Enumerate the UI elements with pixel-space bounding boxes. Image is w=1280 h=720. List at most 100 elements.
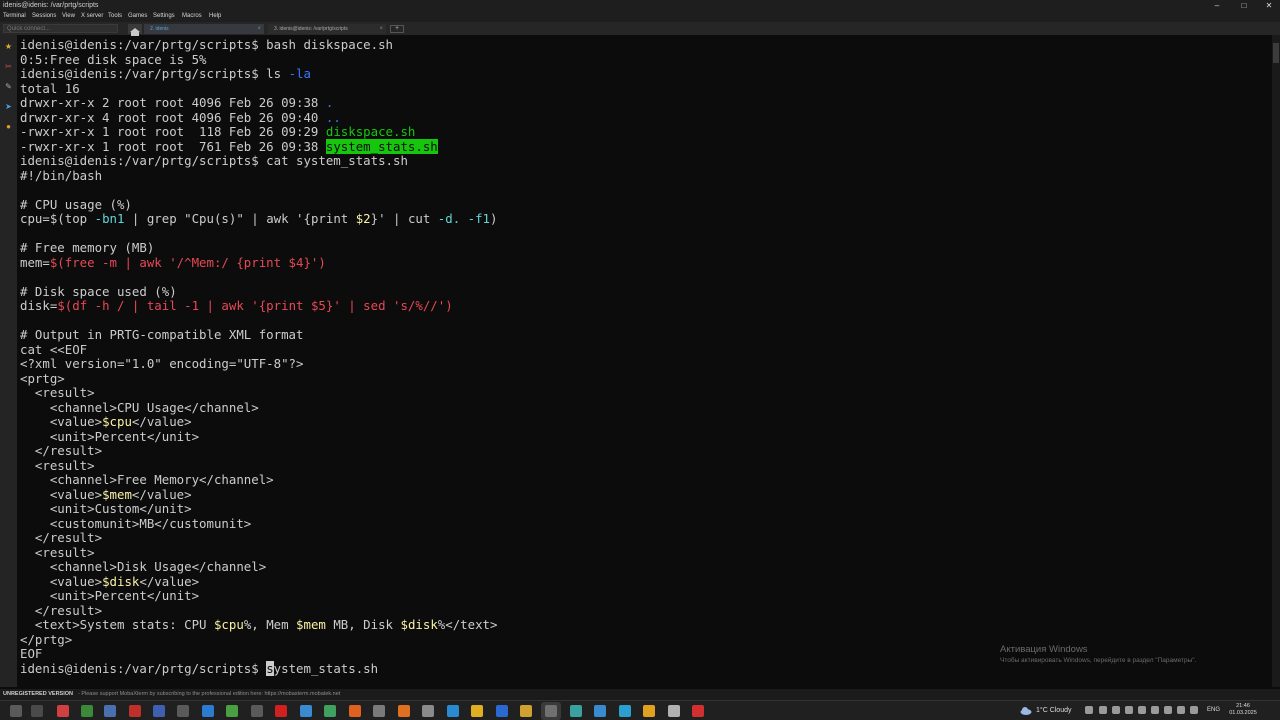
menu-help[interactable]: Help: [209, 11, 221, 22]
menu-x-server[interactable]: X server: [81, 11, 103, 22]
home-tab[interactable]: [128, 24, 142, 36]
terminal-line: cpu=$(top -bn1 | grep "Cpu(s)" | awk '{p…: [20, 211, 1270, 227]
app-icon[interactable]: [619, 705, 631, 717]
app-icon[interactable]: [177, 705, 189, 717]
app-icon[interactable]: [594, 705, 606, 717]
menu-bar: Terminal Sessions View X server Tools Ga…: [0, 11, 1280, 22]
tools-icon[interactable]: ✂: [3, 61, 14, 72]
app-icon[interactable]: [496, 705, 508, 717]
terminal-line: idenis@idenis:/var/prtg/scripts$ cat sys…: [20, 153, 1270, 169]
app-icon[interactable]: [422, 705, 434, 717]
terminal-line: </result>: [20, 603, 1270, 619]
macros-icon[interactable]: ✎: [3, 81, 14, 92]
tab-close-icon[interactable]: ×: [379, 24, 383, 34]
app-icon[interactable]: [349, 705, 361, 717]
minimize-button[interactable]: –: [1206, 0, 1228, 11]
language-indicator[interactable]: ENG: [1207, 701, 1220, 720]
sftp-icon[interactable]: ●: [3, 121, 14, 132]
terminal-text: EOF: [20, 646, 43, 661]
terminal-text: <value>: [20, 486, 103, 502]
files-icon[interactable]: [520, 705, 532, 717]
app-icon[interactable]: [251, 705, 263, 717]
terminal-icon[interactable]: [545, 705, 557, 717]
terminal-line: # CPU usage (%): [20, 197, 1270, 213]
tray-app-icon[interactable]: [1099, 706, 1107, 714]
search-icon[interactable]: [31, 705, 43, 717]
app-icon[interactable]: [300, 705, 312, 717]
app-icon[interactable]: [324, 705, 336, 717]
terminal-text: idenis@idenis:/var/prtg/scripts$: [20, 660, 267, 676]
menu-tools[interactable]: Tools: [108, 11, 122, 22]
terminal-text: drwxr-xr-x 2 root root 4096 Feb 26 09:38: [20, 95, 326, 110]
tray-app-icon[interactable]: [1138, 706, 1146, 714]
chevron-up-icon[interactable]: [1085, 706, 1093, 714]
tab-label: 2. idenis: [150, 26, 169, 32]
tab-close-icon[interactable]: ×: [257, 24, 261, 34]
terminal-text: ystem_stats.sh: [273, 660, 379, 676]
menu-terminal[interactable]: Terminal: [3, 11, 26, 22]
browser-icon[interactable]: [275, 705, 287, 717]
terminal-text: <channel>CPU Usage</channel>: [20, 399, 259, 415]
terminal-text: <customunit>MB</customunit>: [20, 515, 252, 531]
app-icon[interactable]: [57, 705, 69, 717]
menu-settings[interactable]: Settings: [153, 11, 175, 22]
app-icon[interactable]: [692, 705, 704, 717]
menu-sessions[interactable]: Sessions: [32, 11, 56, 22]
send-icon[interactable]: ➤: [3, 101, 14, 112]
terminal-text: -rwxr-xr-x 1 root root 761 Feb 26 09:38: [20, 138, 326, 154]
terminal-text: <channel>Disk Usage</channel>: [20, 559, 267, 574]
close-button[interactable]: ✕: [1258, 0, 1280, 11]
store-icon[interactable]: [104, 705, 116, 717]
terminal-line: drwxr-xr-x 2 root root 4096 Feb 26 09:38…: [20, 95, 1270, 111]
terminal-text: $disk: [102, 573, 140, 589]
browser-icon[interactable]: [447, 705, 459, 717]
star-icon[interactable]: ★: [3, 41, 14, 52]
app-icon[interactable]: [202, 705, 214, 717]
volume-icon[interactable]: [1177, 706, 1185, 714]
app-icon[interactable]: [570, 705, 582, 717]
support-message[interactable]: - Please support MobaXterm by subscribin…: [78, 689, 340, 700]
terminal-text: <unit>Percent</unit>: [20, 428, 200, 444]
app-icon[interactable]: [226, 705, 238, 717]
start-icon[interactable]: [10, 705, 22, 717]
terminal-line: idenis@idenis:/var/prtg/scripts$ bash di…: [20, 37, 1270, 53]
terminal-line: # Free memory (MB): [20, 240, 1270, 256]
app-icon[interactable]: [129, 705, 141, 717]
browser-icon[interactable]: [398, 705, 410, 717]
app-icon[interactable]: [643, 705, 655, 717]
menu-view[interactable]: View: [62, 11, 75, 22]
terminal-text: </result>: [20, 443, 103, 458]
network-icon[interactable]: [1164, 706, 1172, 714]
menu-games[interactable]: Games: [128, 11, 147, 22]
terminal-line: <text>System stats: CPU $cpu%, Mem $mem …: [20, 617, 1270, 633]
terminal-text: -bn1: [94, 211, 125, 226]
terminal-line: <channel>CPU Usage</channel>: [20, 399, 1270, 416]
app-icon[interactable]: [373, 705, 385, 717]
terminal-scrollbar[interactable]: [1272, 35, 1280, 687]
clock[interactable]: 21:46 01.03.2025: [1226, 703, 1260, 717]
terminal-text: </result>: [20, 530, 103, 545]
add-tab-button[interactable]: +: [390, 25, 404, 33]
tab-session-3[interactable]: 3. idenis@idenis: /var/prtg/scripts ×: [268, 24, 386, 34]
tray-app-icon[interactable]: [1190, 706, 1198, 714]
tray-app-icon[interactable]: [1112, 706, 1120, 714]
menu-macros[interactable]: Macros: [182, 11, 202, 22]
tray-app-icon[interactable]: [1125, 706, 1133, 714]
quick-connect-input[interactable]: Quick connect...: [3, 24, 118, 33]
terminal-line: idenis@idenis:/var/prtg/scripts$ ls -la: [20, 66, 1270, 82]
tab-session-2[interactable]: 2. idenis ×: [144, 24, 264, 34]
app-icon[interactable]: [81, 705, 93, 717]
tray-app-icon[interactable]: [1151, 706, 1159, 714]
browser-icon[interactable]: [471, 705, 483, 717]
terminal-output[interactable]: idenis@idenis:/var/prtg/scripts$ bash di…: [20, 37, 1270, 683]
maximize-button[interactable]: □: [1233, 0, 1255, 11]
app-icon[interactable]: [153, 705, 165, 717]
scrollbar-thumb[interactable]: [1273, 43, 1279, 63]
terminal-text: $(free -m | awk '/^Mem:/ {print $4}'): [49, 254, 326, 270]
terminal-text: <?xml version="1.0" encoding="UTF-8"?>: [20, 356, 304, 371]
terminal-text: # Free memory (MB): [20, 240, 155, 255]
weather-label[interactable]: 1°C Cloudy: [1036, 701, 1071, 720]
terminal-line: 0:5:Free disk space is 5%: [20, 52, 1270, 68]
app-icon[interactable]: [668, 705, 680, 717]
